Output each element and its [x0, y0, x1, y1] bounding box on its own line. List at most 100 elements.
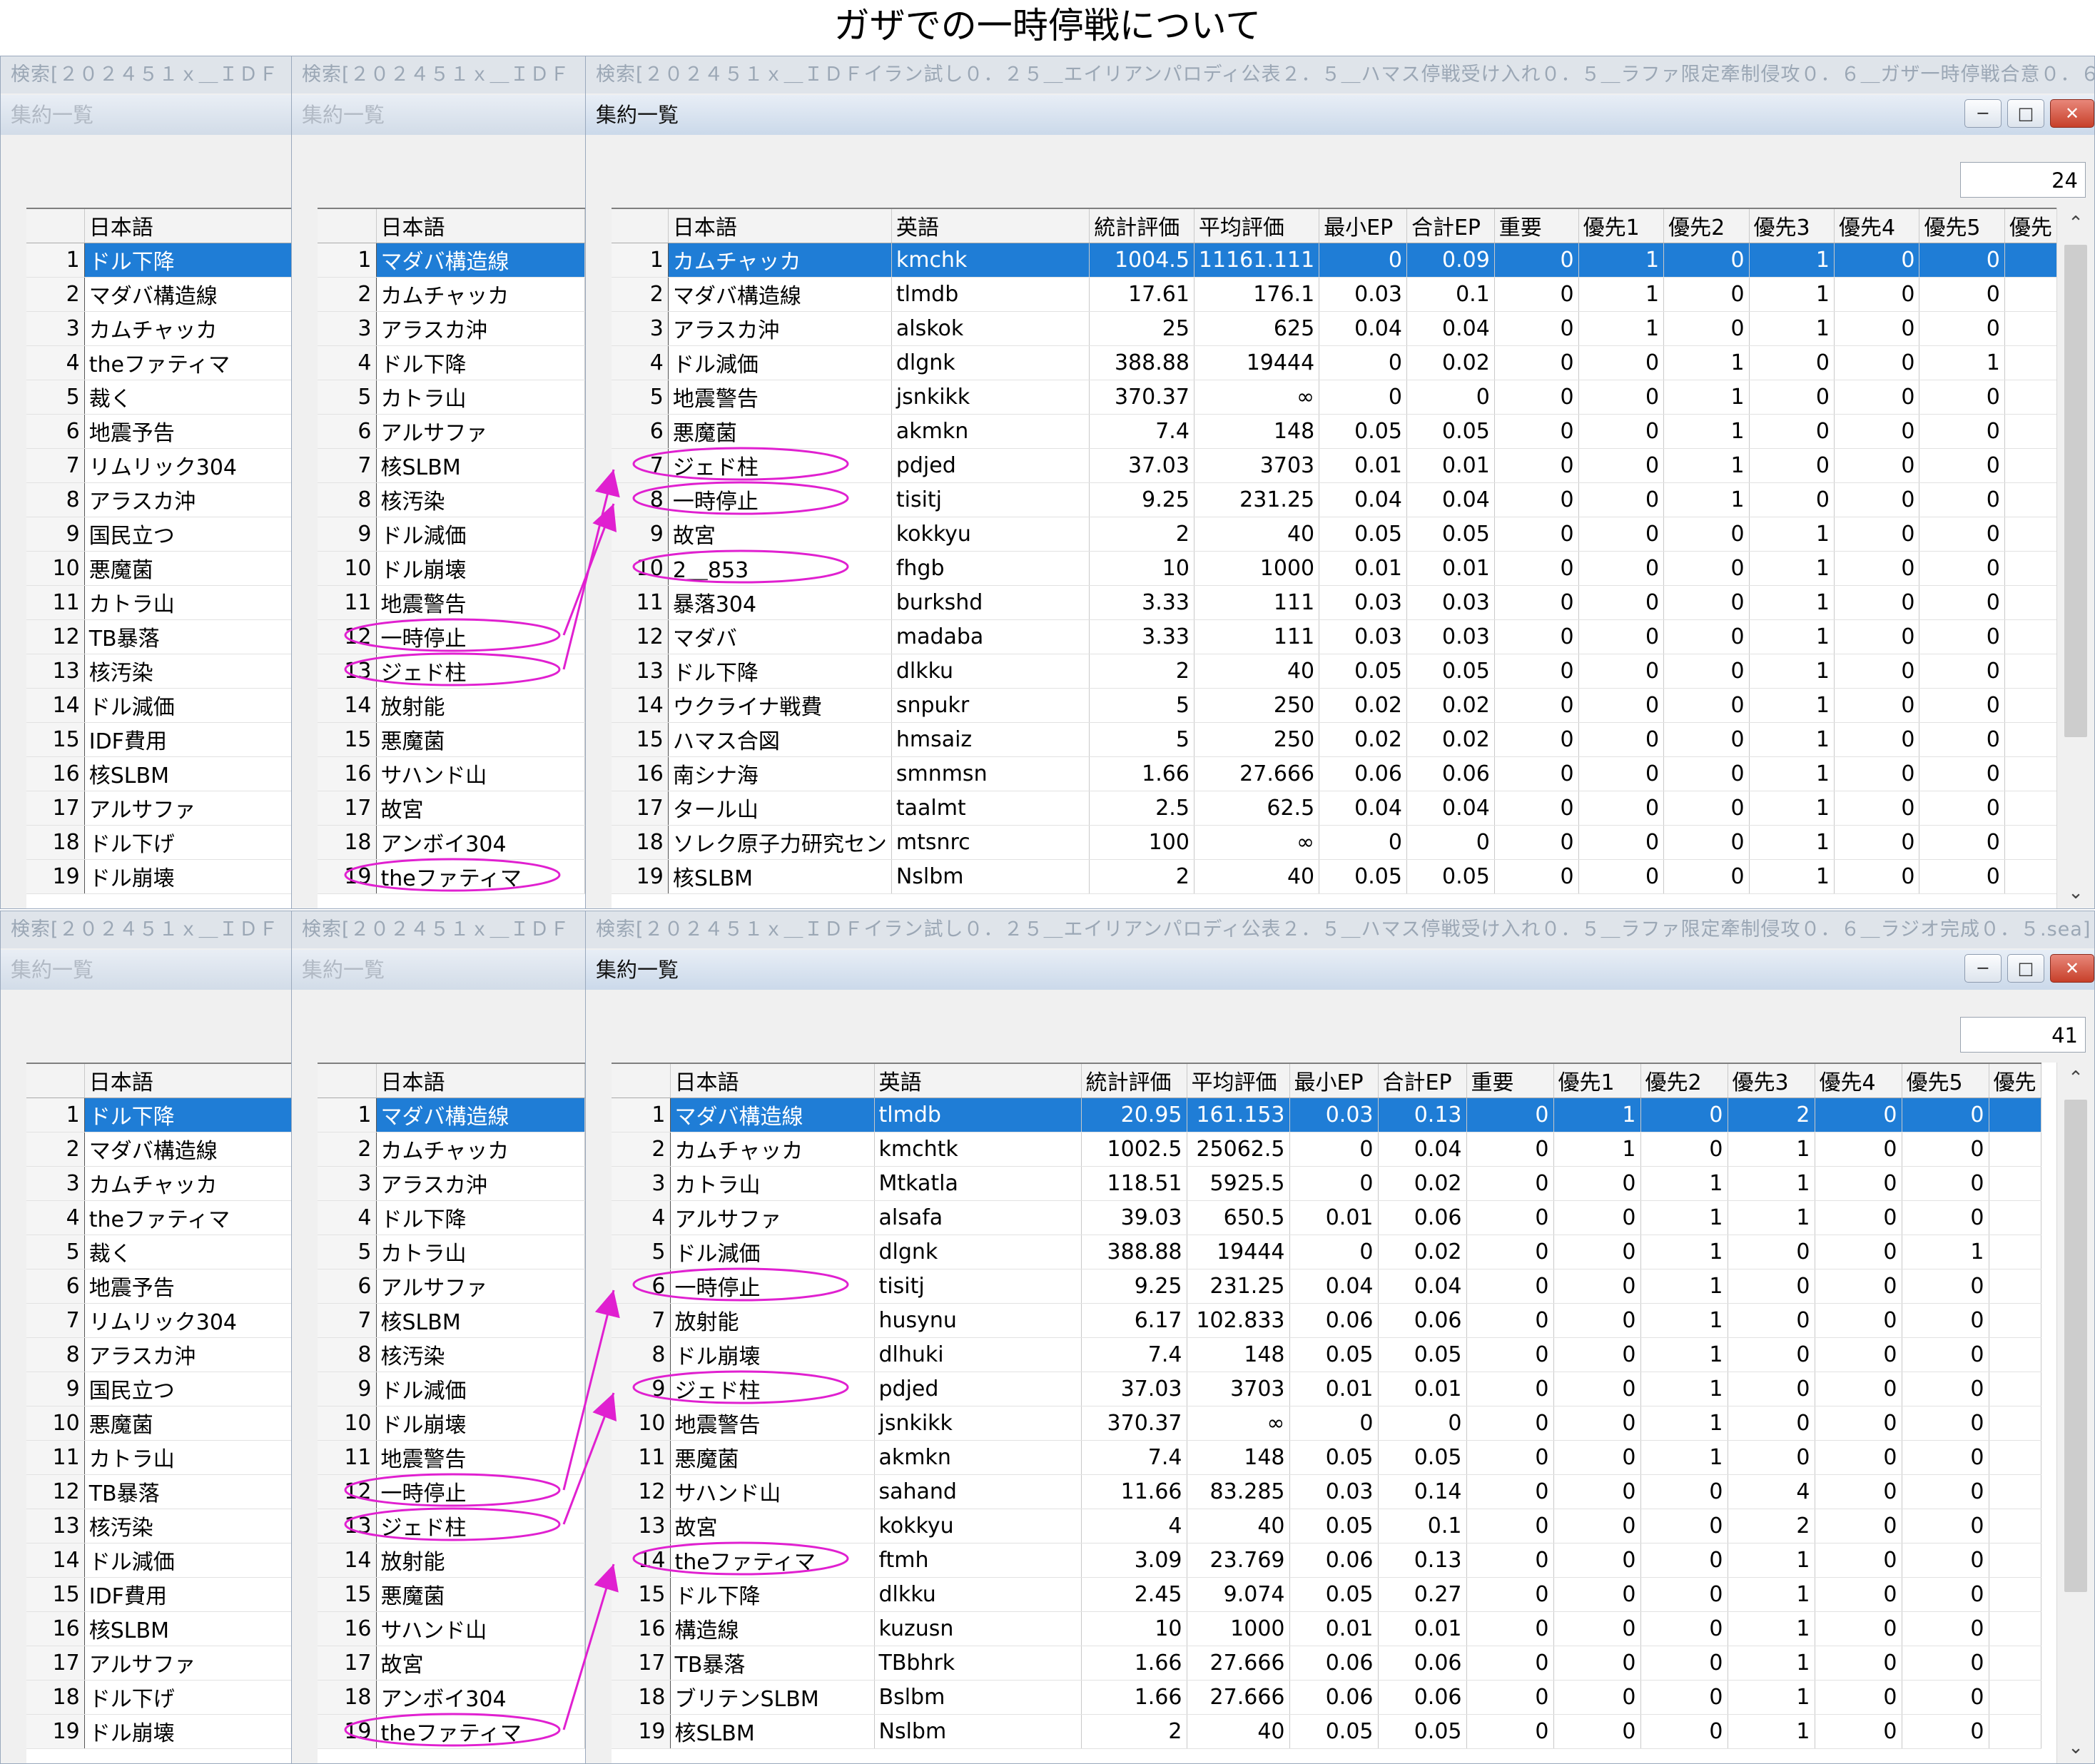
table-row[interactable]: 6 アルサファ: [318, 414, 585, 449]
table-row[interactable]: 2 マダバ構造線: [26, 1132, 292, 1167]
table-row[interactable]: 13 ジェド柱: [318, 1509, 585, 1544]
table-row[interactable]: 3 カムチャッカ: [26, 311, 292, 346]
table-row[interactable]: 6 地震予告: [26, 1269, 292, 1304]
table-row[interactable]: 19 theファティマ: [318, 859, 585, 894]
table-row[interactable]: 10 地震警告 jsnkikk 370.37 ∞ 0 0 0 0 1 0 0 0: [612, 1406, 2041, 1441]
table-row[interactable]: 4 ドル減価 dlgnk 388.88 19444 0 0.02 0 0 1 0 0 1: [612, 345, 2058, 380]
table-row[interactable]: 19 ドル崩壊: [26, 1714, 292, 1749]
table-row[interactable]: 5 カトラ山: [318, 380, 585, 415]
table-row[interactable]: 3 アラスカ沖: [318, 311, 585, 346]
table-row[interactable]: 12 TB暴落: [26, 619, 292, 654]
count-field[interactable]: 24: [1960, 162, 2086, 198]
vertical-scrollbar[interactable]: ⌃ ⌄: [2056, 208, 2094, 908]
table-row[interactable]: 10 ドル崩壊: [318, 1406, 585, 1441]
scroll-up-icon[interactable]: ⌃: [2057, 1063, 2094, 1094]
table-row[interactable]: 10 悪魔菌: [26, 551, 292, 586]
table-row[interactable]: 13 ジェド柱: [318, 654, 585, 689]
table-row[interactable]: 16 構造線 kuzusn 10 1000 0.01 0.01 0 0 0 1 0 0: [612, 1611, 2041, 1646]
table-row[interactable]: 15 悪魔菌: [318, 1577, 585, 1612]
table-row[interactable]: 1 マダバ構造線: [318, 243, 585, 278]
table-row[interactable]: 16 サハンド山: [318, 756, 585, 791]
table-row[interactable]: 18 アンボイ304: [318, 825, 585, 860]
table-row[interactable]: 5 裁く: [26, 1235, 292, 1269]
table-row[interactable]: 15 IDF費用: [26, 722, 292, 757]
table-row[interactable]: 2 カムチャッカ: [318, 277, 585, 312]
table-row[interactable]: 3 カムチャッカ: [26, 1166, 292, 1201]
table-row[interactable]: 2 カムチャッカ kmchtk 1002.5 25062.5 0 0.04 0 1 0 1 0 0: [612, 1132, 2041, 1167]
table-row[interactable]: 14 ドル減価: [26, 1543, 292, 1578]
table-row[interactable]: 9 国民立つ: [26, 1372, 292, 1406]
table-row[interactable]: 11 地震警告: [318, 585, 585, 620]
table-row[interactable]: 13 故宮 kokkyu 4 40 0.05 0.1 0 0 0 2 0 0: [612, 1509, 2041, 1544]
table-row[interactable]: 17 アルサファ: [26, 791, 292, 826]
table-row[interactable]: 7 放射能 husynu 6.17 102.833 0.06 0.06 0 0 1 0 0 0: [612, 1303, 2041, 1338]
table-row[interactable]: 17 タール山 taalmt 2.5 62.5 0.04 0.04 0 0 0 1 0 0: [612, 791, 2058, 826]
close-button[interactable]: ✕: [2050, 954, 2094, 983]
table-row[interactable]: 18 ブリテンSLBM Bslbm 1.66 27.666 0.06 0.06 0 0 0 1 0 0: [612, 1680, 2041, 1715]
table-row[interactable]: 1 カムチャッカ kmchk 1004.5 11161.111 0 0.09 0 1 0 1 0 0: [612, 243, 2058, 278]
table-row[interactable]: 18 アンボイ304: [318, 1680, 585, 1715]
maximize-button[interactable]: □: [2007, 954, 2044, 983]
table-row[interactable]: 19 ドル崩壊: [26, 859, 292, 894]
table-row[interactable]: 2 マダバ構造線 tlmdb 17.61 176.1 0.03 0.1 0 1 0 1 0 0: [612, 277, 2058, 312]
table-row[interactable]: 4 theファティマ: [26, 1200, 292, 1235]
table-row[interactable]: 16 サハンド山: [318, 1611, 585, 1646]
table-row[interactable]: 16 核SLBM: [26, 1611, 292, 1646]
table-row[interactable]: 3 アラスカ沖 alskok 25 625 0.04 0.04 0 1 0 1 0 0: [612, 311, 2058, 346]
table-row[interactable]: 15 ハマス合図 hmsaiz 5 250 0.02 0.02 0 0 0 1 0 0: [612, 722, 2058, 757]
table-row[interactable]: 2 カムチャッカ: [318, 1132, 585, 1167]
scroll-down-icon[interactable]: ⌄: [2057, 1732, 2094, 1763]
table-row[interactable]: 10 2＿853 fhgb 10 1000 0.01 0.01 0 0 0 1 0 0: [612, 551, 2058, 586]
table-row[interactable]: 8 アラスカ沖: [26, 1337, 292, 1372]
table-row[interactable]: 19 theファティマ: [318, 1714, 585, 1749]
table-row[interactable]: 13 ドル下降 dlkku 2 40 0.05 0.05 0 0 0 1 0 0: [612, 654, 2058, 689]
table-row[interactable]: 19 核SLBM Nslbm 2 40 0.05 0.05 0 0 0 1 0 0: [612, 859, 2058, 894]
maximize-button[interactable]: □: [2007, 99, 2044, 128]
table-row[interactable]: 5 裁く: [26, 380, 292, 415]
table-row[interactable]: 16 核SLBM: [26, 756, 292, 791]
table-row[interactable]: 18 ドル下げ: [26, 825, 292, 860]
scroll-thumb[interactable]: [2064, 245, 2087, 737]
table-row[interactable]: 11 地震警告: [318, 1440, 585, 1475]
table-row[interactable]: 12 一時停止: [318, 619, 585, 654]
table-row[interactable]: 7 ジェド柱 pdjed 37.03 3703 0.01 0.01 0 0 1 0 0 0: [612, 448, 2058, 483]
scroll-down-icon[interactable]: ⌄: [2057, 877, 2094, 908]
table-row[interactable]: 4 ドル下降: [318, 1200, 585, 1235]
table-row[interactable]: 6 地震予告: [26, 414, 292, 449]
table-row[interactable]: 11 暴落304 burkshd 3.33 111 0.03 0.03 0 0 0 1 0 0: [612, 585, 2058, 620]
table-row[interactable]: 13 核汚染: [26, 1509, 292, 1544]
table-row[interactable]: 1 マダバ構造線 tlmdb 20.95 161.153 0.03 0.13 0 1 0 2 0 0: [612, 1098, 2041, 1132]
table-row[interactable]: 17 TB暴落 TBbhrk 1.66 27.666 0.06 0.06 0 0 0 1 0 0: [612, 1646, 2041, 1681]
table-row[interactable]: 16 南シナ海 smnmsn 1.66 27.666 0.06 0.06 0 0 0 1 0 0: [612, 756, 2058, 791]
table-row[interactable]: 12 マダバ madaba 3.33 111 0.03 0.03 0 0 0 1 0 0: [612, 619, 2058, 654]
table-row[interactable]: 14 放射能: [318, 1543, 585, 1578]
table-row[interactable]: 7 リムリック304: [26, 1303, 292, 1338]
table-row[interactable]: 17 故宮: [318, 791, 585, 826]
table-row[interactable]: 18 ソレク原子力研究セン mtsnrc 100 ∞ 0 0 0 0 0 1 0 0: [612, 825, 2058, 860]
scroll-thumb[interactable]: [2064, 1100, 2087, 1592]
table-row[interactable]: 19 核SLBM Nslbm 2 40 0.05 0.05 0 0 0 1 0 0: [612, 1714, 2041, 1749]
table-row[interactable]: 2 マダバ構造線: [26, 277, 292, 312]
count-field[interactable]: 41: [1960, 1017, 2086, 1053]
table-row[interactable]: 8 ドル崩壊 dlhuki 7.4 148 0.05 0.05 0 0 1 0 0 0: [612, 1337, 2041, 1372]
table-row[interactable]: 8 一時停止 tisitj 9.25 231.25 0.04 0.04 0 0 1 0 0 0: [612, 482, 2058, 517]
table-row[interactable]: 10 悪魔菌: [26, 1406, 292, 1441]
table-row[interactable]: 9 ドル減価: [318, 517, 585, 552]
table-row[interactable]: 15 悪魔菌: [318, 722, 585, 757]
table-row[interactable]: 6 悪魔菌 akmkn 7.4 148 0.05 0.05 0 0 1 0 0 0: [612, 414, 2058, 449]
table-row[interactable]: 1 マダバ構造線: [318, 1098, 585, 1132]
table-row[interactable]: 4 theファティマ: [26, 345, 292, 380]
table-row[interactable]: 1 ドル下降: [26, 1098, 292, 1132]
table-row[interactable]: 5 地震警告 jsnkikk 370.37 ∞ 0 0 0 0 1 0 0 0: [612, 380, 2058, 415]
table-row[interactable]: 11 カトラ山: [26, 1440, 292, 1475]
table-row[interactable]: 7 核SLBM: [318, 1303, 585, 1338]
table-row[interactable]: 6 一時停止 tisitj 9.25 231.25 0.04 0.04 0 0 1 0 0 0: [612, 1269, 2041, 1304]
table-row[interactable]: 14 ドル減価: [26, 688, 292, 723]
table-row[interactable]: 15 ドル下降 dlkku 2.45 9.074 0.05 0.27 0 0 0 1 0 0: [612, 1577, 2041, 1612]
table-row[interactable]: 9 ドル減価: [318, 1372, 585, 1406]
minimize-button[interactable]: ─: [1964, 99, 2002, 128]
table-row[interactable]: 17 アルサファ: [26, 1646, 292, 1681]
table-row[interactable]: 3 アラスカ沖: [318, 1166, 585, 1201]
table-row[interactable]: 14 放射能: [318, 688, 585, 723]
table-row[interactable]: 7 核SLBM: [318, 448, 585, 483]
